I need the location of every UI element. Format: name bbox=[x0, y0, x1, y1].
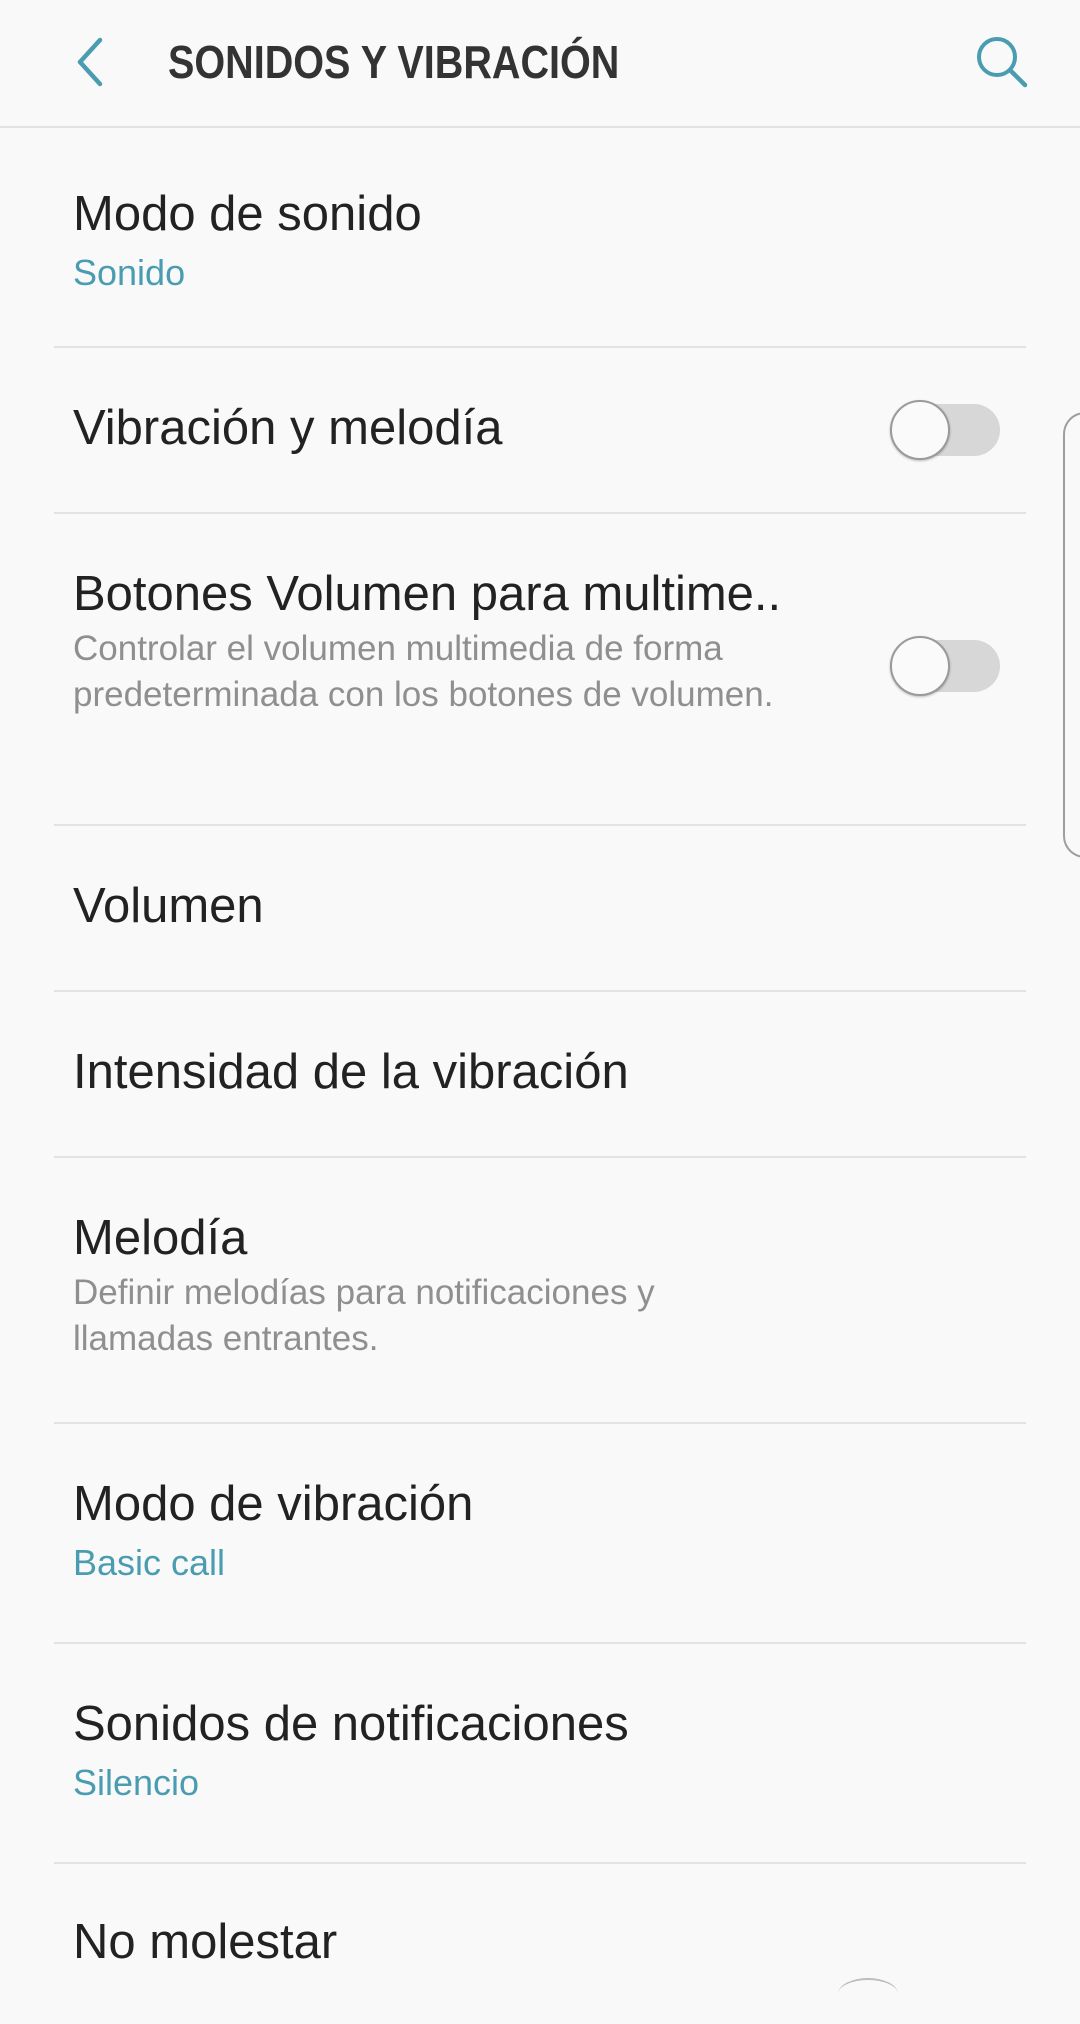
setting-volume-keys-media[interactable]: Botones Volumen para multime.. Controlar… bbox=[54, 514, 1026, 826]
toggle-thumb bbox=[890, 636, 950, 696]
setting-value: Basic call bbox=[73, 1542, 226, 1583]
setting-description: Controlar el volumen multimedia de forma… bbox=[73, 629, 774, 714]
search-button[interactable] bbox=[962, 24, 1042, 104]
toggle-thumb bbox=[890, 400, 950, 460]
setting-label: Intensidad de la vibración bbox=[73, 1045, 629, 1099]
setting-label: Melodía bbox=[73, 1211, 248, 1265]
app-bar: SONIDOS Y VIBRACIÓN bbox=[0, 0, 1080, 128]
setting-label: Vibración y melodía bbox=[73, 401, 503, 455]
setting-vibrate-while-ringing[interactable]: Vibración y melodía bbox=[54, 348, 1026, 514]
setting-description: Definir melodías para notificaciones y l… bbox=[73, 1273, 655, 1358]
setting-sound-mode[interactable]: Modo de sonido Sonido bbox=[54, 128, 1026, 348]
setting-label: No molestar bbox=[73, 1915, 338, 1969]
setting-volume[interactable]: Volumen bbox=[54, 826, 1026, 992]
setting-vibration-intensity[interactable]: Intensidad de la vibración bbox=[54, 992, 1026, 1158]
back-button[interactable] bbox=[50, 24, 130, 104]
setting-label: Modo de sonido bbox=[73, 187, 422, 241]
page-title: SONIDOS Y VIBRACIÓN bbox=[168, 36, 620, 88]
setting-notification-sounds[interactable]: Sonidos de notificaciones Silencio bbox=[54, 1644, 1026, 1864]
setting-ringtone[interactable]: Melodía Definir melodías para notificaci… bbox=[54, 1158, 1026, 1424]
setting-value: Silencio bbox=[73, 1762, 200, 1803]
volume-keys-media-toggle[interactable] bbox=[890, 636, 1000, 696]
chevron-left-icon bbox=[70, 36, 110, 93]
scroll-handle[interactable] bbox=[1063, 412, 1080, 858]
setting-label: Botones Volumen para multime.. bbox=[73, 567, 782, 621]
vibrate-while-ringing-toggle[interactable] bbox=[890, 400, 1000, 460]
setting-label: Sonidos de notificaciones bbox=[73, 1697, 629, 1751]
setting-label: Volumen bbox=[73, 879, 264, 933]
setting-label: Modo de vibración bbox=[73, 1477, 474, 1531]
setting-vibration-pattern[interactable]: Modo de vibración Basic call bbox=[54, 1424, 1026, 1644]
do-not-disturb-toggle-partial[interactable] bbox=[838, 1978, 898, 2010]
setting-value: Sonido bbox=[73, 252, 186, 293]
search-icon bbox=[972, 32, 1032, 97]
